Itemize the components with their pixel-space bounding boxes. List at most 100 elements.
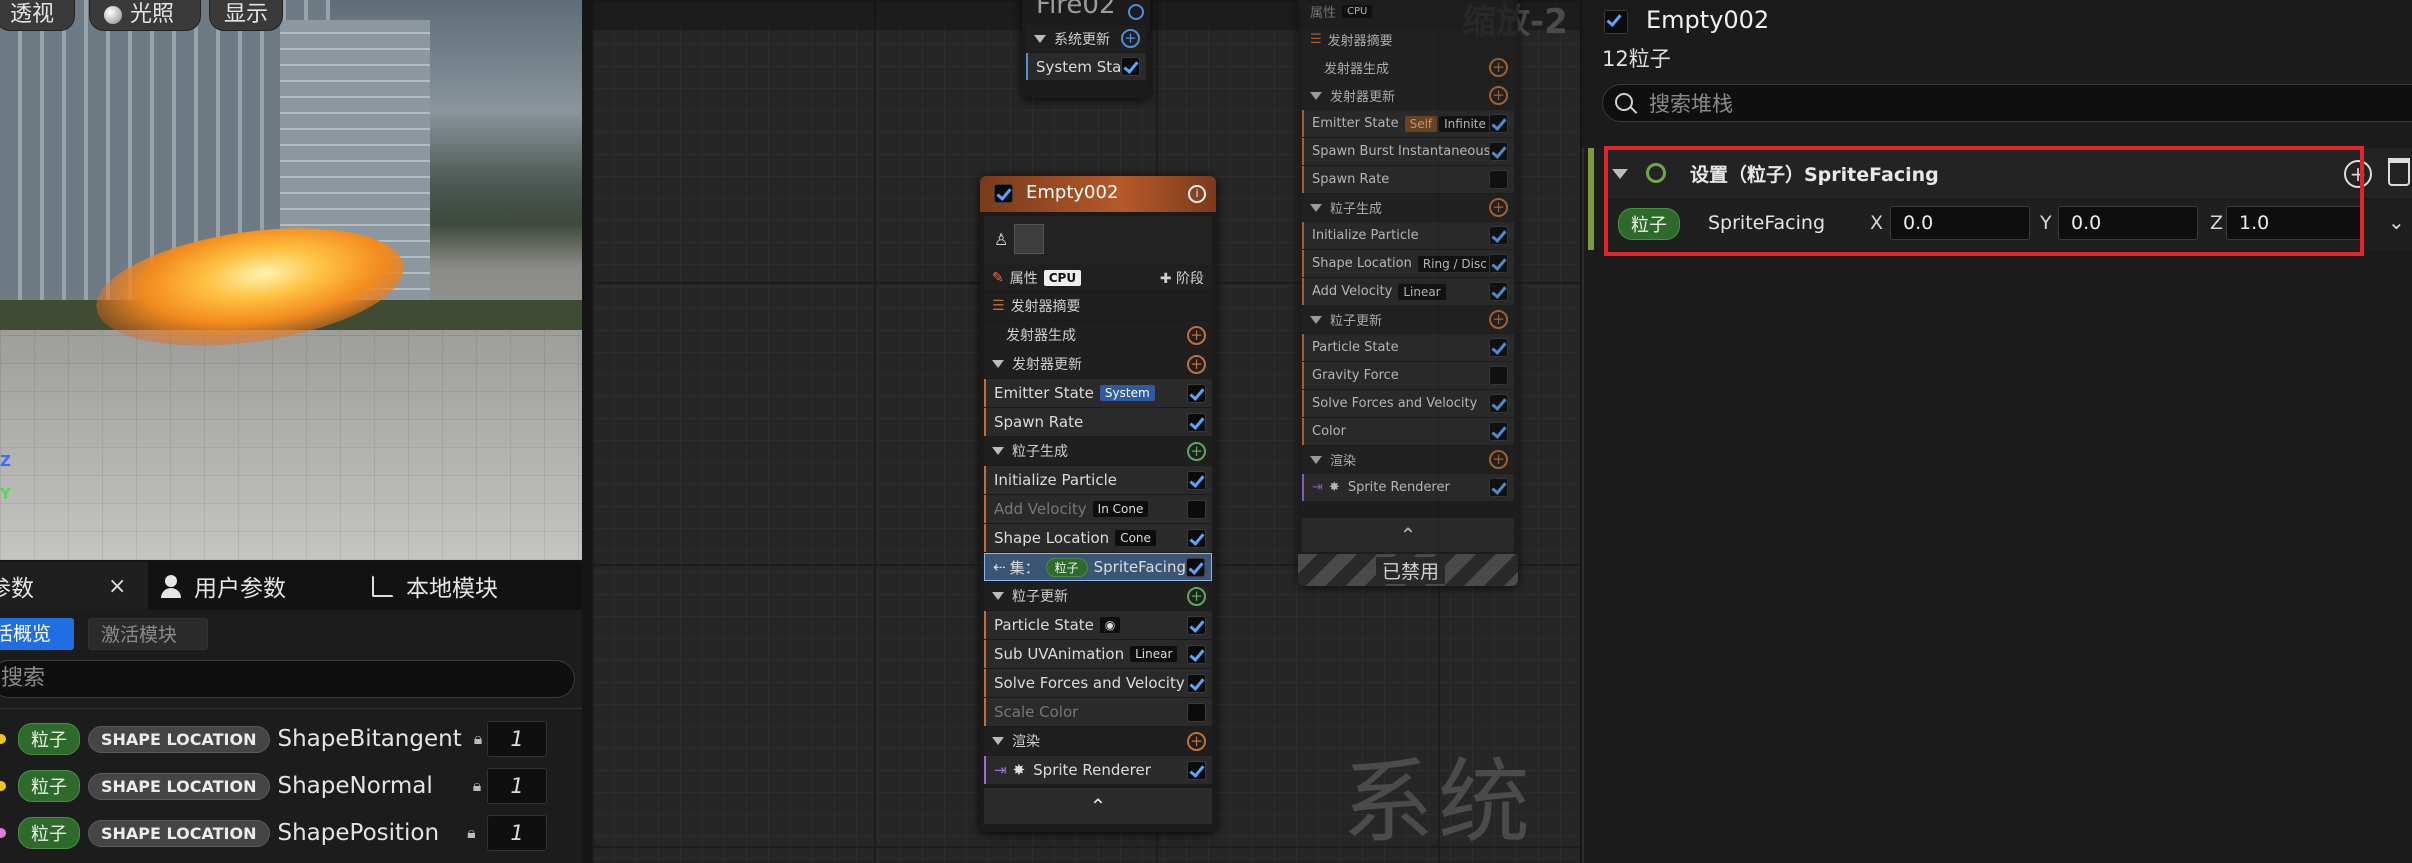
close-icon[interactable]: × — [108, 574, 126, 599]
subtab-overview[interactable]: 活概览 — [0, 618, 74, 650]
enable-checkbox[interactable] — [1187, 383, 1206, 403]
module-row[interactable]: Add Velocity Linear — [1302, 278, 1514, 305]
enable-checkbox[interactable] — [1489, 478, 1508, 497]
module-row[interactable]: Shape Location Ring / Disc — [1302, 250, 1514, 277]
section-header[interactable]: ☰ 发射器摘要 — [1302, 26, 1514, 53]
module-row[interactable]: Sub UVAnimation Linear — [984, 640, 1212, 668]
enable-checkbox[interactable] — [1187, 499, 1206, 519]
add-icon[interactable]: + — [1489, 58, 1508, 77]
module-row[interactable]: Gravity Force — [1302, 362, 1514, 389]
system-graph[interactable]: 系统 缩放-2 Fire02 系统更新+ System State Empty0… — [592, 0, 1580, 863]
trash-icon[interactable] — [2388, 158, 2410, 186]
param-value[interactable]: 1 — [487, 721, 547, 757]
enable-checkbox[interactable] — [1187, 673, 1206, 693]
module-row[interactable]: Initialize Particle — [1302, 222, 1514, 249]
module-row[interactable]: ⇥ ✸ Sprite Renderer — [984, 756, 1212, 784]
add-icon[interactable]: + — [1489, 86, 1508, 105]
show-button[interactable]: 显示 — [210, 0, 282, 30]
collapse-icon[interactable] — [992, 737, 1004, 745]
enable-checkbox[interactable] — [1489, 114, 1508, 133]
section-subheader[interactable]: 发射器生成 + — [1302, 54, 1514, 81]
fire02-node[interactable]: Fire02 系统更新 + System State — [1022, 0, 1150, 98]
section-header[interactable]: 粒子更新 + — [1302, 306, 1514, 333]
enable-checkbox[interactable] — [1121, 57, 1140, 76]
module-row[interactable]: Scale Color — [984, 698, 1212, 726]
param-row[interactable]: 粒子 SHAPE LOCATION ShapeBitangent 🔒︎ 1 — [0, 717, 582, 761]
stack-search-input[interactable]: 搜索堆栈 — [1602, 84, 2412, 122]
collapse-icon[interactable] — [1310, 203, 1322, 212]
module-row[interactable]: Solve Forces and Velocity — [1302, 390, 1514, 417]
add-icon[interactable]: + — [1489, 198, 1508, 217]
lighting-button[interactable]: 光照 — [90, 0, 200, 30]
module-row[interactable]: Spawn Rate — [984, 408, 1212, 436]
emitter-enable-checkbox[interactable] — [1604, 10, 1628, 34]
tab-local-modules[interactable]: 本地模块 — [372, 562, 498, 610]
param-row[interactable]: 粒子 SHAPE LOCATION ShapeNormal 🔒︎ 1 — [0, 764, 582, 808]
enable-checkbox[interactable] — [1489, 422, 1508, 441]
perspective-button[interactable]: 透视 — [0, 0, 74, 30]
collapse-icon[interactable] — [1310, 91, 1322, 100]
collapse-icon[interactable] — [992, 447, 1004, 455]
add-icon[interactable]: + — [1489, 450, 1508, 469]
section-header[interactable]: 渲染 + — [984, 727, 1212, 755]
param-search-input[interactable]: 搜索 — [0, 660, 575, 698]
subtab-active-modules[interactable]: 激活模块 — [88, 618, 208, 650]
section-header[interactable]: 粒子生成 + — [984, 437, 1212, 465]
section-header[interactable]: 发射器更新 + — [1302, 82, 1514, 109]
section-system-update[interactable]: 系统更新 + — [1026, 25, 1146, 52]
disabled-emitter-node[interactable]: 属性 CPU ☰ 发射器摘要 发射器生成 + 发射器更新 + Emitter State Se… — [1298, 0, 1518, 586]
section-subheader[interactable]: 发射器生成 + — [984, 321, 1212, 349]
add-icon[interactable]: + — [1187, 354, 1206, 374]
collapse-button[interactable]: ⌃ — [1302, 518, 1514, 552]
add-icon[interactable]: + — [1489, 310, 1508, 329]
tab-user-parameters[interactable]: 用户参数 — [160, 562, 286, 610]
properties-row[interactable]: ✎ 属性 CPU ✚ 阶段 — [984, 264, 1212, 291]
module-row[interactable]: Emitter State System — [984, 379, 1212, 407]
info-icon[interactable] — [1128, 4, 1144, 20]
enable-checkbox[interactable] — [1489, 394, 1508, 413]
properties-row[interactable]: 属性 CPU — [1302, 0, 1514, 25]
info-icon[interactable]: i — [1188, 185, 1206, 203]
module-row[interactable]: Initialize Particle — [984, 466, 1212, 494]
module-row[interactable]: ⇥ ✸ Sprite Renderer — [1302, 474, 1514, 501]
collapse-icon[interactable] — [1310, 315, 1322, 324]
add-icon[interactable]: + — [1187, 325, 1206, 345]
module-row[interactable]: Solve Forces and Velocity — [984, 669, 1212, 697]
enable-checkbox[interactable] — [1489, 338, 1508, 357]
collapse-icon[interactable] — [1310, 455, 1322, 464]
collapse-button[interactable]: ⌃ — [984, 788, 1212, 824]
module-row[interactable]: Add Velocity In Cone — [984, 495, 1212, 523]
empty002-node[interactable]: Empty002 i ♙ ✎ 属性 CPU ✚ 阶段 ☰ 发射器摘要 发射器生成 + 发… — [980, 176, 1216, 832]
section-header[interactable]: 粒子生成 + — [1302, 194, 1514, 221]
enable-checkbox[interactable] — [1489, 254, 1508, 273]
chevron-down-icon[interactable]: ⌄ — [2388, 210, 2405, 234]
add-icon[interactable]: + — [1187, 586, 1206, 606]
module-row[interactable]: Shape Location Cone — [984, 524, 1212, 552]
section-header[interactable]: ☰ 发射器摘要 — [984, 292, 1212, 320]
module-row-selected[interactable]: ⇠ 集： 粒子 SpriteFacing — [984, 553, 1212, 581]
enable-checkbox[interactable] — [1187, 644, 1206, 664]
enable-checkbox[interactable] — [1187, 702, 1206, 722]
enable-checkbox[interactable] — [1187, 528, 1206, 548]
module-row[interactable]: Color — [1302, 418, 1514, 445]
section-header[interactable]: 发射器更新 + — [984, 350, 1212, 378]
section-header[interactable]: 渲染 + — [1302, 446, 1514, 473]
module-row[interactable]: Spawn Burst Instantaneous — [1302, 138, 1514, 165]
collapse-icon[interactable] — [992, 592, 1004, 600]
module-row[interactable]: Particle State ◉ — [984, 611, 1212, 639]
node-enable-checkbox[interactable] — [994, 184, 1013, 203]
param-value[interactable]: 1 — [487, 815, 547, 851]
add-icon[interactable]: + — [1187, 441, 1206, 461]
enable-checkbox[interactable] — [1187, 760, 1206, 780]
enable-checkbox[interactable] — [1187, 615, 1206, 635]
enable-checkbox[interactable] — [1489, 170, 1508, 189]
module-row[interactable]: Spawn Rate — [1302, 166, 1514, 193]
enable-checkbox[interactable] — [1187, 412, 1206, 432]
module-row[interactable]: Emitter State Self Infinite — [1302, 110, 1514, 137]
enable-checkbox[interactable] — [1489, 142, 1508, 161]
module-row[interactable]: Particle State — [1302, 334, 1514, 361]
system-state-row[interactable]: System State — [1026, 53, 1146, 80]
add-stage-button[interactable]: ✚ 阶段 — [1160, 268, 1204, 288]
enable-checkbox[interactable] — [1186, 557, 1205, 577]
section-header[interactable]: 粒子更新 + — [984, 582, 1212, 610]
